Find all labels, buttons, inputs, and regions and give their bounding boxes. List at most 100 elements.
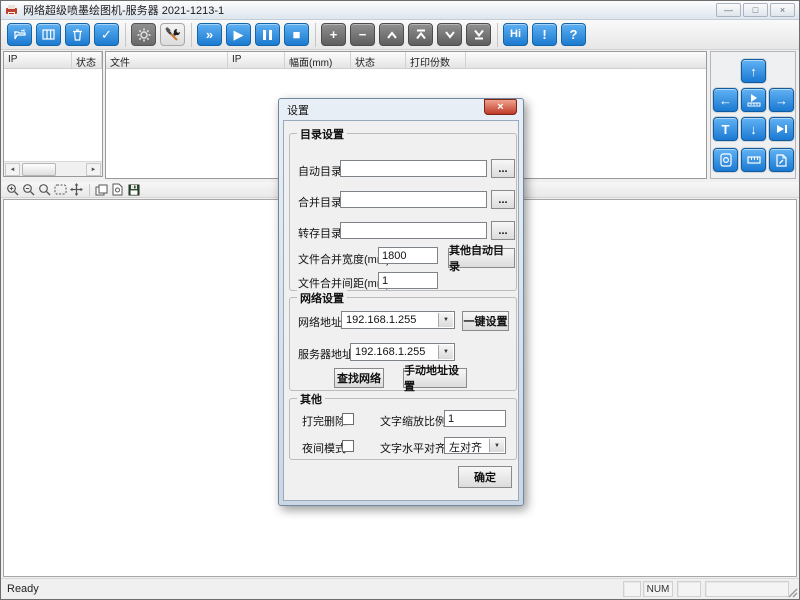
manual-address-button[interactable]: 手动地址设置 bbox=[403, 368, 467, 388]
chevron-down-icon[interactable]: ▼ bbox=[438, 313, 453, 327]
trash-icon bbox=[72, 29, 83, 41]
save-button[interactable] bbox=[126, 183, 141, 197]
dialog-title: 设置 bbox=[287, 102, 309, 118]
settings-tools-button[interactable] bbox=[160, 23, 185, 46]
clients-col-status[interactable]: 状态 bbox=[72, 52, 102, 68]
auto-dir-input[interactable] bbox=[340, 160, 487, 177]
network-address-combo[interactable]: 192.168.1.255 ▼ bbox=[341, 311, 455, 329]
directory-settings-group: 目录设置 自动目录 ... 合并目录 ... 转存目录 ... 文件合并宽度(m… bbox=[289, 133, 517, 291]
night-mode-checkbox[interactable] bbox=[342, 440, 354, 452]
chevron-up-bar-icon bbox=[415, 29, 427, 40]
pad-page-edit-button[interactable] bbox=[769, 148, 794, 172]
queue-col-file[interactable]: 文件 bbox=[106, 52, 228, 68]
delete-after-print-checkbox[interactable] bbox=[342, 413, 354, 425]
decrease-button[interactable]: − bbox=[350, 23, 375, 46]
status-pane bbox=[705, 581, 789, 597]
queue-col-filler bbox=[466, 52, 706, 68]
control-pad: ↑ ← → T ↓ bbox=[710, 51, 796, 179]
clients-list[interactable] bbox=[4, 69, 102, 160]
main-toolbar: ✓ » ▶ ■ + − Hi ! ? bbox=[1, 20, 799, 50]
auto-dir-browse-button[interactable]: ... bbox=[491, 159, 515, 178]
merge-width-input[interactable] bbox=[378, 247, 438, 264]
move-bottom-button[interactable] bbox=[466, 23, 491, 46]
titlebar[interactable]: 网络超级喷墨绘图机-服务器 2021-1213-1 — □ × bbox=[1, 1, 799, 20]
magnifier-icon bbox=[38, 183, 51, 196]
network-address-value: 192.168.1.255 bbox=[346, 314, 416, 326]
preview-button[interactable] bbox=[110, 183, 125, 197]
dialog-titlebar[interactable]: 设置 × bbox=[279, 99, 523, 119]
minimize-button[interactable]: — bbox=[716, 3, 741, 17]
text-align-combo[interactable]: 左对齐 ▼ bbox=[444, 437, 506, 454]
move-top-button[interactable] bbox=[408, 23, 433, 46]
copy-icon bbox=[95, 184, 108, 196]
open-file-button[interactable] bbox=[7, 23, 32, 46]
queue-col-ip[interactable]: IP bbox=[228, 52, 285, 68]
move-up-button[interactable] bbox=[379, 23, 404, 46]
clients-col-ip[interactable]: IP bbox=[4, 52, 72, 68]
find-network-button[interactable]: 查找网络 bbox=[334, 368, 384, 388]
pad-right-button[interactable]: → bbox=[769, 88, 794, 112]
clients-hscrollbar[interactable]: ◄ ► bbox=[4, 161, 102, 176]
one-key-setup-button[interactable]: 一键设置 bbox=[462, 311, 509, 331]
pad-ruler-button[interactable] bbox=[741, 148, 766, 172]
ruler-icon bbox=[747, 156, 761, 164]
resize-grip[interactable] bbox=[786, 586, 798, 598]
status-text: Ready bbox=[7, 583, 39, 595]
pad-up-button[interactable]: ↑ bbox=[741, 59, 766, 83]
dialog-close-button[interactable]: × bbox=[484, 99, 517, 115]
pad-left-button[interactable]: ← bbox=[713, 88, 738, 112]
pause-button[interactable] bbox=[255, 23, 280, 46]
maximize-button[interactable]: □ bbox=[743, 3, 768, 17]
pad-down-button[interactable]: ↓ bbox=[741, 117, 766, 141]
hi-button[interactable]: Hi bbox=[503, 23, 528, 46]
pad-print-test-button[interactable] bbox=[741, 88, 766, 112]
select-region-button[interactable] bbox=[53, 183, 68, 197]
move-down-button[interactable] bbox=[437, 23, 462, 46]
auto-dir-label: 自动目录 bbox=[298, 163, 342, 179]
pad-text-button[interactable]: T bbox=[713, 117, 738, 141]
merge-dir-input[interactable] bbox=[340, 191, 487, 208]
scroll-right-icon[interactable]: ► bbox=[86, 163, 101, 176]
server-address-combo[interactable]: 192.168.1.255 ▼ bbox=[350, 343, 455, 361]
pan-move-button[interactable] bbox=[69, 183, 84, 197]
chevron-up-icon bbox=[386, 31, 398, 39]
chevron-down-icon[interactable]: ▼ bbox=[438, 345, 453, 359]
queue-col-width[interactable]: 幅面(mm) bbox=[285, 52, 351, 68]
toolbar-separator bbox=[315, 23, 316, 47]
zoom-in-button[interactable] bbox=[5, 183, 20, 197]
help-button[interactable]: ? bbox=[561, 23, 586, 46]
chevron-down-icon[interactable]: ▼ bbox=[489, 439, 504, 452]
copy-page-button[interactable] bbox=[94, 183, 109, 197]
transfer-dir-browse-button[interactable]: ... bbox=[491, 221, 515, 240]
close-button[interactable]: × bbox=[770, 3, 795, 17]
scroll-left-icon[interactable]: ◄ bbox=[5, 163, 20, 176]
confirm-button[interactable]: ✓ bbox=[94, 23, 119, 46]
ok-button[interactable]: 确定 bbox=[458, 466, 512, 488]
merge-dir-browse-button[interactable]: ... bbox=[491, 190, 515, 209]
gear-button[interactable] bbox=[131, 23, 156, 46]
gear-icon bbox=[137, 28, 151, 42]
pad-nozzle-button[interactable] bbox=[713, 148, 738, 172]
toolbar-separator bbox=[89, 184, 90, 196]
stop-button[interactable]: ■ bbox=[284, 23, 309, 46]
scroll-thumb[interactable] bbox=[22, 163, 56, 176]
delete-button[interactable] bbox=[65, 23, 90, 46]
increase-button[interactable]: + bbox=[321, 23, 346, 46]
queue-col-status[interactable]: 状态 bbox=[351, 52, 406, 68]
play-button[interactable]: ▶ bbox=[226, 23, 251, 46]
pad-skip-end-button[interactable] bbox=[769, 117, 794, 141]
text-scale-input[interactable] bbox=[444, 410, 506, 427]
other-auto-dir-button[interactable]: 其他自动目录 bbox=[448, 248, 515, 268]
queue-col-copies[interactable]: 打印份数 bbox=[406, 52, 466, 68]
zoom-fit-button[interactable] bbox=[37, 183, 52, 197]
columns-view-button[interactable] bbox=[36, 23, 61, 46]
fast-forward-button[interactable]: » bbox=[197, 23, 222, 46]
transfer-dir-input[interactable] bbox=[340, 222, 487, 239]
merge-gap-input[interactable] bbox=[378, 272, 438, 289]
zoom-out-button[interactable] bbox=[21, 183, 36, 197]
zoom-in-icon bbox=[6, 183, 19, 196]
pause-icon bbox=[263, 30, 272, 40]
alert-button[interactable]: ! bbox=[532, 23, 557, 46]
server-address-label: 服务器地址: bbox=[298, 346, 356, 362]
other-settings-legend: 其他 bbox=[297, 391, 325, 407]
